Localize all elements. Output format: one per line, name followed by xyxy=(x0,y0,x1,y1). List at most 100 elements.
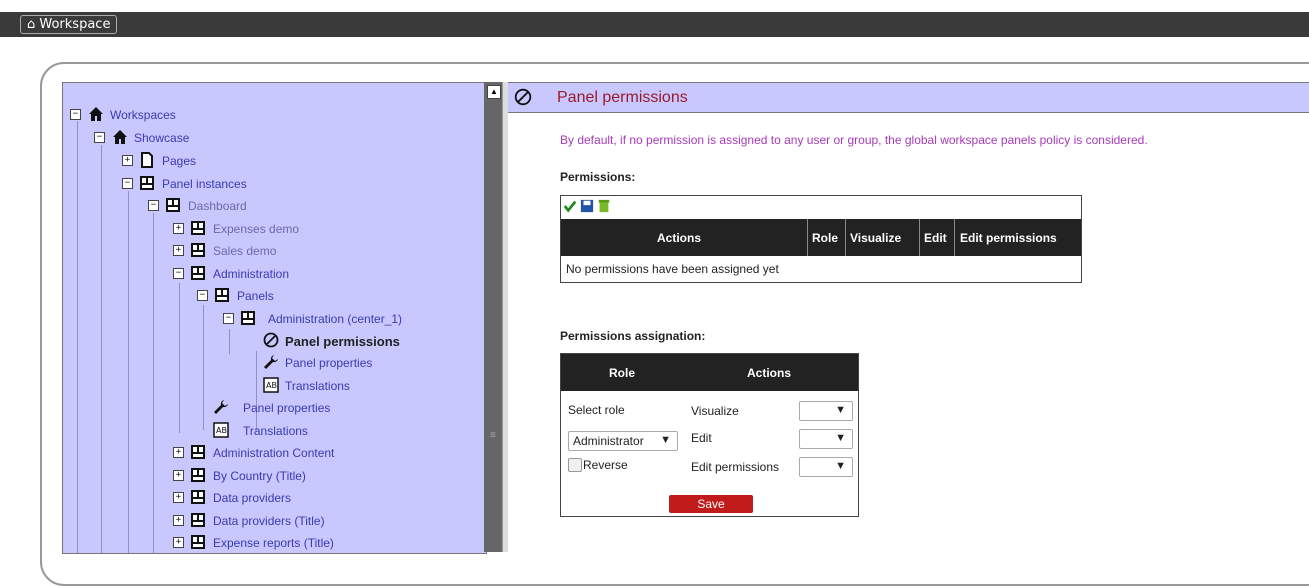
collapse-toggle-icon[interactable]: − xyxy=(173,268,184,279)
tree-node-administration[interactable]: − Administration xyxy=(173,264,323,284)
home-icon xyxy=(89,107,103,121)
tree-node-panel-instances[interactable]: − Panel instances xyxy=(122,174,302,194)
empty-message: No permissions have been assigned yet xyxy=(566,262,779,276)
permissions-table: Actions Role Visualize Edit Edit permiss… xyxy=(560,195,1082,283)
edit-permissions-select[interactable]: ▼ xyxy=(799,457,853,477)
panel-icon xyxy=(166,198,180,212)
tree-label: Panels xyxy=(237,289,274,303)
panel-icon xyxy=(191,513,205,527)
role-select[interactable]: Administrator ▼ xyxy=(568,431,678,451)
wrench-icon xyxy=(214,400,228,414)
tree-node-workspaces[interactable]: − Workspaces xyxy=(70,105,220,125)
chevron-down-icon: ▼ xyxy=(660,434,671,446)
collapse-toggle-icon[interactable]: − xyxy=(94,132,105,143)
save-icon[interactable] xyxy=(580,199,594,213)
col-visualize: Visualize xyxy=(850,231,902,245)
expand-toggle-icon[interactable]: + xyxy=(173,245,184,256)
panel-icon xyxy=(191,490,205,504)
tree-label: Panel properties xyxy=(285,356,373,370)
col-role: Role xyxy=(609,366,636,380)
page-icon xyxy=(141,152,153,168)
panel-title: Panel permissions xyxy=(557,89,688,106)
tree-node-expenses-demo[interactable]: + Expenses demo xyxy=(173,219,323,239)
tree-label: Administration xyxy=(213,267,290,281)
permissions-heading: Permissions: xyxy=(560,170,636,184)
grip-icon[interactable]: ≡ xyxy=(490,430,496,441)
translation-icon: AB xyxy=(213,422,229,438)
tree-node-administration-content[interactable]: + Administration Content xyxy=(173,443,373,463)
panel-icon xyxy=(191,243,205,257)
reverse-checkbox[interactable] xyxy=(568,458,582,472)
tree-label: Pages xyxy=(162,154,197,168)
tree-node-translations-admin[interactable]: AB Translations xyxy=(213,421,393,441)
edit-select[interactable]: ▼ xyxy=(799,429,853,449)
edit-permissions-label: Edit permissions xyxy=(691,460,780,474)
expand-toggle-icon[interactable]: + xyxy=(173,492,184,503)
tree-label: Panel properties xyxy=(243,401,331,415)
panel-icon xyxy=(215,288,229,302)
assignation-table: Role Actions Select role Administrator ▼… xyxy=(560,353,859,517)
tree-node-panel-permissions[interactable]: Panel permissions xyxy=(263,331,443,351)
permissions-icon xyxy=(263,332,279,348)
collapse-toggle-icon[interactable]: − xyxy=(122,178,133,189)
tree-node-showcase[interactable]: − Showcase xyxy=(94,128,244,148)
expand-toggle-icon[interactable]: + xyxy=(173,223,184,234)
policy-description: By default, if no permission is assigned… xyxy=(560,133,1148,147)
navigation-tree: − Workspaces − Showcase + Pages − Panel … xyxy=(62,82,487,554)
expand-toggle-icon[interactable]: + xyxy=(173,470,184,481)
tree-node-panel-properties[interactable]: Panel properties xyxy=(263,353,443,373)
save-button[interactable]: Save xyxy=(669,495,753,513)
tree-node-administration-center-1[interactable]: − Administration (center_1) xyxy=(223,309,443,329)
expand-toggle-icon[interactable]: + xyxy=(173,537,184,548)
panel-icon xyxy=(191,535,205,549)
tree-node-data-providers[interactable]: + Data providers xyxy=(173,488,373,508)
tree-label: Data providers xyxy=(213,491,292,505)
top-bar: ⌂ Workspace xyxy=(0,12,1309,37)
tree-label: Data providers (Title) xyxy=(213,514,325,528)
tree-label: Translations xyxy=(243,424,308,438)
tree-label: Administration (center_1) xyxy=(268,312,403,326)
collapse-toggle-icon[interactable]: − xyxy=(148,200,159,211)
visualize-label: Visualize xyxy=(691,404,739,418)
tree-label: Dashboard xyxy=(188,199,247,213)
tree-node-translations[interactable]: AB Translations xyxy=(263,376,443,396)
tree-node-data-providers-title[interactable]: + Data providers (Title) xyxy=(173,511,373,531)
tree-node-expense-reports[interactable]: + Expense reports (Title) xyxy=(173,533,373,553)
expand-toggle-icon[interactable]: + xyxy=(173,447,184,458)
tree-node-panels[interactable]: − Panels xyxy=(197,286,347,306)
svg-text:AB: AB xyxy=(266,381,277,390)
tree-label: Sales demo xyxy=(213,244,277,258)
collapse-toggle-icon[interactable]: − xyxy=(70,109,81,120)
expand-toggle-icon[interactable]: + xyxy=(122,155,133,166)
tree-node-dashboard[interactable]: − Dashboard xyxy=(148,196,298,216)
workspace-tab[interactable]: ⌂ Workspace xyxy=(20,15,118,34)
col-role: Role xyxy=(812,231,839,245)
tree-label: Administration Content xyxy=(213,446,335,460)
translation-icon: AB xyxy=(263,377,279,393)
tree-node-pages[interactable]: + Pages xyxy=(122,151,272,171)
panel-icon xyxy=(191,468,205,482)
panel-icon xyxy=(191,445,205,459)
permissions-icon xyxy=(514,88,532,106)
scroll-up-icon[interactable]: ▲ xyxy=(487,85,501,99)
collapse-toggle-icon[interactable]: − xyxy=(223,313,234,324)
assignation-heading: Permissions assignation: xyxy=(560,329,706,343)
trash-icon[interactable] xyxy=(597,199,611,213)
checkmark-icon[interactable] xyxy=(563,199,577,213)
tree-scrollbar[interactable]: ▲ ≡ xyxy=(484,82,502,552)
panel-header: Panel permissions xyxy=(508,83,1309,113)
tree-label: Showcase xyxy=(134,131,190,145)
collapse-toggle-icon[interactable]: − xyxy=(197,290,208,301)
expand-toggle-icon[interactable]: + xyxy=(173,515,184,526)
tree-label: Panel permissions xyxy=(285,334,400,349)
tree-label: Translations xyxy=(285,379,350,393)
panel-icon xyxy=(140,176,154,190)
panel-icon xyxy=(191,266,205,280)
chevron-down-icon: ▼ xyxy=(835,404,846,416)
tree-node-by-country[interactable]: + By Country (Title) xyxy=(173,466,373,486)
col-edit: Edit xyxy=(924,231,947,245)
tree-node-panel-properties-admin[interactable]: Panel properties xyxy=(213,398,393,418)
col-edit-permissions: Edit permissions xyxy=(960,231,1057,245)
visualize-select[interactable]: ▼ xyxy=(799,401,853,421)
tree-node-sales-demo[interactable]: + Sales demo xyxy=(173,241,323,261)
